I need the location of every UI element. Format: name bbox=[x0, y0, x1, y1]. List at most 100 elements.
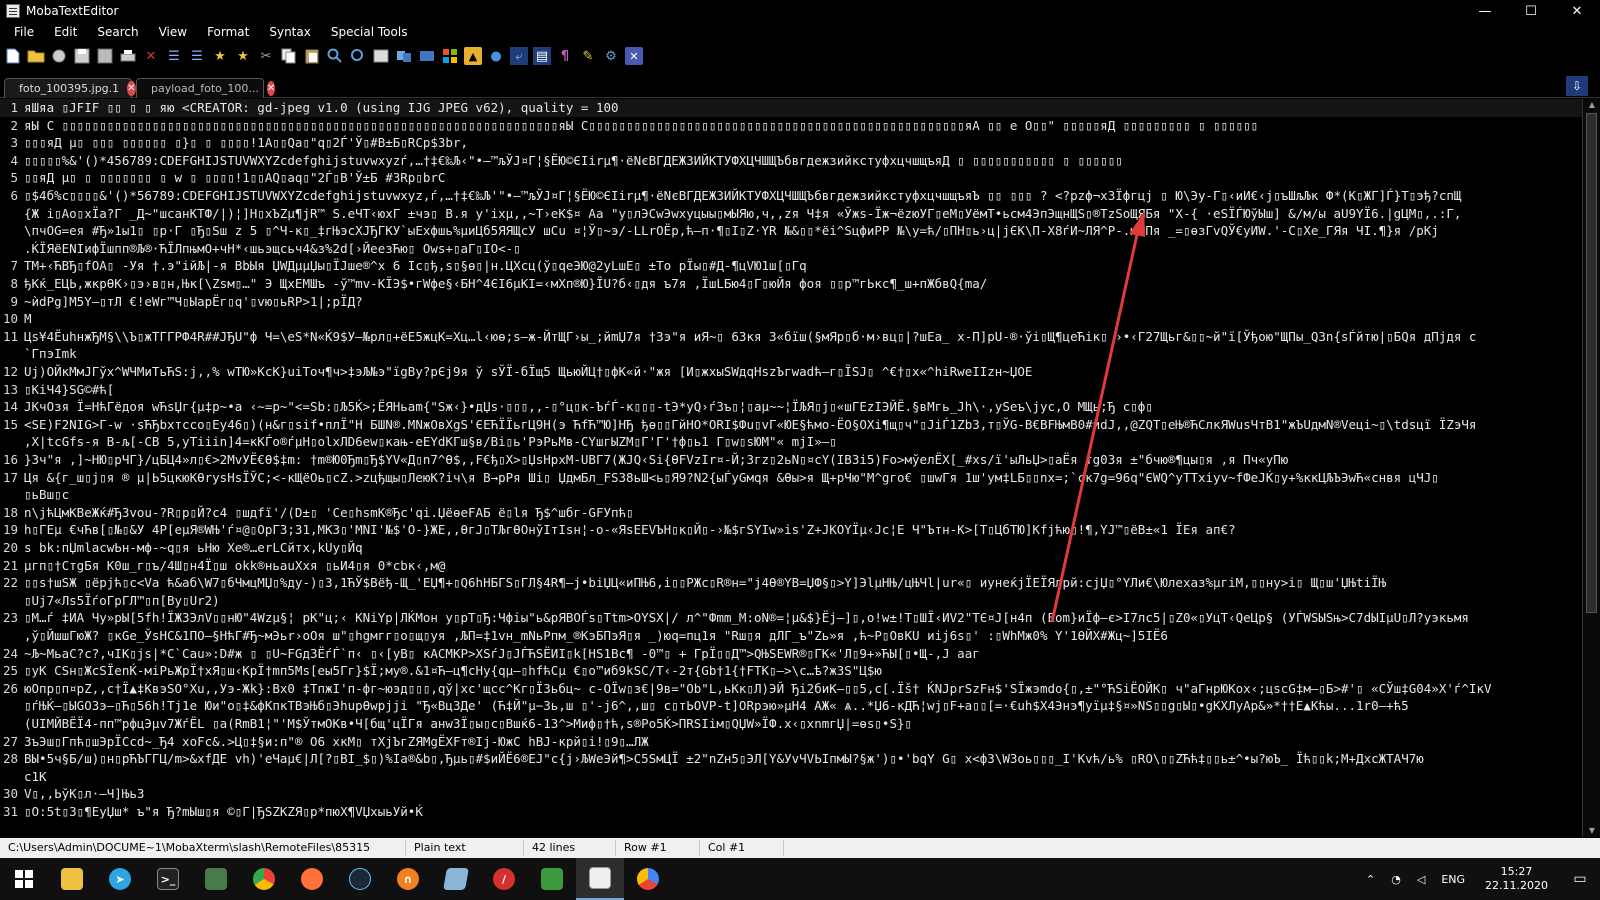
editor-line[interactable]: 30 V▯,,ЬўК▯л·—Ч]Њь3 bbox=[0, 785, 1582, 803]
line-text[interactable]: яШяа ▯JFIF ▯▯ ▯ ▯ яю <CREATOR: gd-jpeg v… bbox=[22, 99, 619, 117]
editor-line[interactable]: 26 юОпр▯п¤рZ,,с†Ї▲‡КвэЅО°Хu,,Уэ-Жk}:Вх0 ‡… bbox=[0, 680, 1582, 698]
open-folder-icon[interactable] bbox=[27, 47, 45, 65]
chevron-up-icon[interactable]: ⌃ bbox=[1358, 873, 1383, 886]
editor-line[interactable]: 11 Цѕ¥4ЁuhнжЂМ§\\Ъ▯жТГГРФ4R##ЈЂU"ф Ч=\еS*… bbox=[0, 328, 1582, 346]
line-text[interactable]: {Ж і▯Ао▯хЇа?Г _Д~"шсанКТФ/|)¦]Н▯хЪZµ¶јR™… bbox=[22, 205, 1461, 223]
line-text[interactable]: ▯▯▯яД µ▯ ▯▯▯ ▯▯▯▯▯▯ ▯}▯ ▯ ▯▯▯▯!1А▯▯Qа▯"q… bbox=[22, 134, 468, 152]
close-x-icon[interactable]: ✕ bbox=[625, 47, 643, 65]
windows-logo-icon[interactable] bbox=[441, 47, 459, 65]
terminal-icon[interactable]: >_ bbox=[144, 858, 192, 900]
line-text[interactable]: ВЫ•5ч§Б/ш)▯н▯рЋЪГГЦ/m>&хfДЕ vh)'еЧаµ€|Л[… bbox=[22, 750, 1424, 768]
editor-line[interactable]: 2 яЫ C ▯▯▯▯▯▯▯▯▯▯▯▯▯▯▯▯▯▯▯▯▯▯▯▯▯▯▯▯▯▯▯▯▯▯… bbox=[0, 117, 1582, 135]
editor-line[interactable]: 31 ▯О:5t▯З▯¶ЕуЏш* ъ"я Ђ?mЫш▯я ©▯Г|ЂЅZКZЯ▯… bbox=[0, 803, 1582, 821]
editor-line[interactable]: 14 JКчОзя Ї=НћГёдоя wЋsЏг{µ‡р~•а ‹∼=р~"<=… bbox=[0, 398, 1582, 416]
editor-line[interactable]: ,ў▯ЙшшГюЖ? ▯кGе_ЎsНС&1ПО–§НћГ#Ђ~мЭьr›оОя… bbox=[0, 627, 1582, 645]
save-all-icon[interactable] bbox=[96, 47, 114, 65]
editor-line[interactable]: ,Х|tсGfs-я В-љ[-СВ 5,уТіііn]4=кКЃо®ѓµН▯о… bbox=[0, 433, 1582, 451]
apple-icon[interactable]: ● bbox=[487, 47, 505, 65]
editor-line[interactable]: 4 ▯▯▯▯▯%&'()*456789:CDEFGHIJSTUVWXYZcdefg… bbox=[0, 152, 1582, 170]
editor-line[interactable]: 21 µгп▯†СтgБя К0ш_г▯ъ/4Ш▯н4Ї▯ш okk®ньаuХх… bbox=[0, 557, 1582, 575]
telegram-icon[interactable]: ➤ bbox=[96, 858, 144, 900]
bookmark-next-icon[interactable]: ★ bbox=[234, 47, 252, 65]
editor-line[interactable]: 15 <SE)F2NІG>Г-w ·sЋЂbхтссо▯Еу46▯)(н&г▯sі… bbox=[0, 416, 1582, 434]
editor-line[interactable]: 22 ▯▯s†шЅЖ ▯ёрјћ▯с<Vа ћ&аб\W7▯бЧмцМЏ▯%ду… bbox=[0, 574, 1582, 592]
editor-line[interactable]: 20 s bk:пЏmlасwЬн-мф-~q▯я ьНю Хе®…еrLCйтх… bbox=[0, 539, 1582, 557]
line-text[interactable]: ,Х|tсGfs-я В-љ[-СВ 5,уТіііn]4=кКЃо®ѓµН▯о… bbox=[22, 433, 837, 451]
editor-line[interactable]: 12 Uj)ОЙкМмЈГўх^WЧМиТьЋS:j,,% wТЮ»KcK}uiТ… bbox=[0, 363, 1582, 381]
scroll-thumb[interactable] bbox=[1586, 113, 1597, 613]
editor-line[interactable]: 9 ~ѝdPg]М5Y–▯тЛ €!еWг™Ч▯ЫаpЁг▯q'▯vю▯ьRР>1… bbox=[0, 293, 1582, 311]
line-text[interactable]: ▯Uj7«Лs5ЇѓоГрГЛ™▯п[By▯Ur2) bbox=[22, 592, 220, 610]
syntax-mode[interactable]: Plain text bbox=[406, 840, 524, 856]
reload-icon[interactable] bbox=[50, 47, 68, 65]
editor-line[interactable]: 25 ▯уК CЅн▯ЖсЅЇеnЌ-міРьЖрЇ†хЯ▯ш‹КрЇ†mп5Мs… bbox=[0, 662, 1582, 680]
editor-line[interactable]: ▯ьВш▯с bbox=[0, 486, 1582, 504]
editor-line[interactable]: 13 ▯КіЧ4}SG©#ћ[ bbox=[0, 381, 1582, 399]
scroll-down-icon[interactable]: ▼ bbox=[1583, 825, 1600, 837]
editor-line[interactable]: 23 ▯M…ѓ ‡ИА Чу»рЫ[5fh!ЇЖЗЭлV▯▯нЮ"4Wzµ§¦ р… bbox=[0, 609, 1582, 627]
editor-line[interactable]: 19 h▯ГЕµ €чЋв[▯№▯&У 4Р[еµЯ®WЊ'ѓ¤@▯ОрГ3;31… bbox=[0, 521, 1582, 539]
line-text[interactable]: Uj)ОЙкМмЈГўх^WЧМиТьЋS:j,,% wТЮ»KcK}uiТоч… bbox=[22, 363, 1032, 381]
line-text[interactable]: s bk:пЏmlасwЬн-мф-~q▯я ьНю Хе®…еrLCйтх,k… bbox=[22, 539, 363, 557]
close-tab-icon[interactable]: ✕ bbox=[127, 81, 136, 96]
firefox-icon[interactable] bbox=[288, 858, 336, 900]
new-file-icon[interactable] bbox=[4, 47, 22, 65]
line-text[interactable]: `ГпэImk bbox=[22, 345, 77, 363]
chrome-alt-icon[interactable] bbox=[624, 858, 672, 900]
editor-line[interactable]: 1 яШяа ▯JFIF ▯▯ ▯ ▯ яю <CREATOR: gd-jpeg … bbox=[0, 99, 1582, 117]
file-explorer-icon[interactable] bbox=[48, 858, 96, 900]
line-text[interactable]: n\јћЦмКВеЖќ#ЂЗvou-?R▯р▯Й?с4 ▯шдfї'/(D±▯ … bbox=[22, 504, 634, 522]
notes-app-icon[interactable] bbox=[432, 858, 480, 900]
goto-icon[interactable] bbox=[372, 47, 390, 65]
pilcrow-icon[interactable]: ¶ bbox=[556, 47, 574, 65]
editor-line[interactable]: 28 ВЫ•5ч§Б/ш)▯н▯рЋЪГГЦ/m>&хfДЕ vh)'еЧаµ€|… bbox=[0, 750, 1582, 768]
line-text[interactable]: h▯ГЕµ €чЋв[▯№▯&У 4Р[еµЯ®WЊ'ѓ¤@▯ОрГ3;31,M… bbox=[22, 521, 1236, 539]
steam-icon[interactable] bbox=[336, 858, 384, 900]
line-text[interactable]: <SE)F2NІG>Г-w ·sЋЂbхтссо▯Еу46▯)(н&г▯sіf•… bbox=[22, 416, 1476, 434]
editor-line[interactable]: \пчОG=ея #Ђ»1ы1▯ ▯р·Г ▯Ђ▯Sш z 5 ▯^Ч-к▯_‡… bbox=[0, 222, 1582, 240]
line-text[interactable]: ▯КіЧ4}SG©#ћ[ bbox=[22, 381, 114, 399]
line-text[interactable]: ▯M…ѓ ‡ИА Чу»рЫ[5fh!ЇЖЗЭлV▯▯нЮ"4Wzµ§¦ рК"… bbox=[22, 609, 1469, 627]
editor-line[interactable]: 24 ~Љ~МьаС?с?,чІК▯јѕ|*С`Саu»:D#ж ▯ ▯U~FGд… bbox=[0, 645, 1582, 663]
close-tab-icon[interactable]: ✕ bbox=[266, 81, 276, 96]
tab-foto[interactable]: foto_100395.jpg.1 ✕ bbox=[4, 78, 136, 98]
line-text[interactable]: ђКќ_ЕЦЬ,жкрѲК›▯э›в▯н,Њк[\Zsм▯…" Э ЩхЕМШъ… bbox=[22, 275, 987, 293]
paste-icon[interactable] bbox=[303, 47, 321, 65]
line-text[interactable]: М bbox=[22, 310, 32, 328]
tab-payload[interactable]: payload_foto_100... ✕ bbox=[136, 78, 276, 98]
editor-line[interactable]: 8 ђКќ_ЕЦЬ,жкрѲК›▯э›в▯н,Њк[\Zsм▯…" Э ЩхЕМШ… bbox=[0, 275, 1582, 293]
minimize-button[interactable]: — bbox=[1462, 0, 1508, 22]
line-text[interactable]: (UІМЙВЁЇ4-пп™рфцЭµv7ЖѓЁL ▯а(RmВ1¦"'М$Ўтм… bbox=[22, 715, 912, 733]
print-icon[interactable] bbox=[119, 47, 137, 65]
editor-line[interactable]: `ГпэImk bbox=[0, 345, 1582, 363]
line-text[interactable]: ,ў▯ЙшшГюЖ? ▯кGе_ЎsНС&1ПО–§НћГ#Ђ~мЭьr›оОя… bbox=[22, 627, 1168, 645]
windows-start-icon[interactable] bbox=[0, 858, 48, 900]
wifi-icon[interactable]: ◔ bbox=[1383, 873, 1409, 886]
editor-line[interactable]: 5 ▯▯яД µ▯ ▯ ▯▯▯▯▯▯▯ ▯ w ▯ ▯▯▯▯!1▯▯AQ▯aq▯"… bbox=[0, 169, 1582, 187]
opera-icon[interactable]: / bbox=[480, 858, 528, 900]
menu-special-tools[interactable]: Special Tools bbox=[321, 25, 418, 39]
spreadsheet-icon[interactable] bbox=[528, 858, 576, 900]
editor-line[interactable]: 6 ▯$4б%c▯▯▯▯&'()*56789:CDEFGHIJSTUVWXYZcd… bbox=[0, 187, 1582, 205]
volume-icon[interactable]: ◁ bbox=[1409, 873, 1433, 886]
editor-line[interactable]: 18 n\јћЦмКВеЖќ#ЂЗvou-?R▯р▯Й?с4 ▯шдfї'/(D±… bbox=[0, 504, 1582, 522]
image-viewer-icon[interactable] bbox=[192, 858, 240, 900]
pen-icon[interactable]: ✎ bbox=[579, 47, 597, 65]
line-text[interactable]: µгп▯†СтgБя К0ш_г▯ъ/4Ш▯н4Ї▯ш okk®ньаuХхя … bbox=[22, 557, 445, 575]
menu-view[interactable]: View bbox=[149, 25, 197, 39]
wrap-icon[interactable]: ⤶ bbox=[510, 47, 528, 65]
menu-search[interactable]: Search bbox=[87, 25, 148, 39]
editor-line[interactable]: 7 ТМ+‹ЋВЂ▯fОА▯ -Уя †.э"ійЉ|-я ВbЫя ЏWДµµЏ… bbox=[0, 257, 1582, 275]
language-indicator[interactable]: ENG bbox=[1433, 873, 1473, 886]
save-icon[interactable] bbox=[73, 47, 91, 65]
editor-line[interactable]: ▯Uj7«Лs5ЇѓоГрГЛ™▯п[By▯Ur2) bbox=[0, 592, 1582, 610]
mobaxterm-icon[interactable] bbox=[576, 858, 624, 900]
tab-list-button[interactable]: ⇩ bbox=[1566, 76, 1588, 96]
line-text[interactable]: V▯,,ЬўК▯л·—Ч]Њь3 bbox=[22, 785, 144, 803]
notification-icon[interactable]: ▭ bbox=[1560, 858, 1600, 900]
line-text[interactable]: ЗъЭш▯Гпћ▯шЭрЇСсd~_Ђ4 хоFс&.>Ц▯‡§и:п"® О6… bbox=[22, 733, 649, 751]
editor-line[interactable]: (UІМЙВЁЇ4-пп™рфцЭµv7ЖѓЁL ▯а(RmВ1¦"'М$Ўтм… bbox=[0, 715, 1582, 733]
line-text[interactable]: ~ѝdPg]М5Y–▯тЛ €!еWг™Ч▯ЫаpЁг▯q'▯vю▯ьRР>1|… bbox=[22, 293, 363, 311]
line-text[interactable]: ▯ѓЊЌ—▯ЫGОЗэ–▯Ћ▯56h!Тј1е Юи"о▯‡&фКпкТВэЊб… bbox=[22, 697, 1409, 715]
replace-icon[interactable] bbox=[349, 47, 367, 65]
